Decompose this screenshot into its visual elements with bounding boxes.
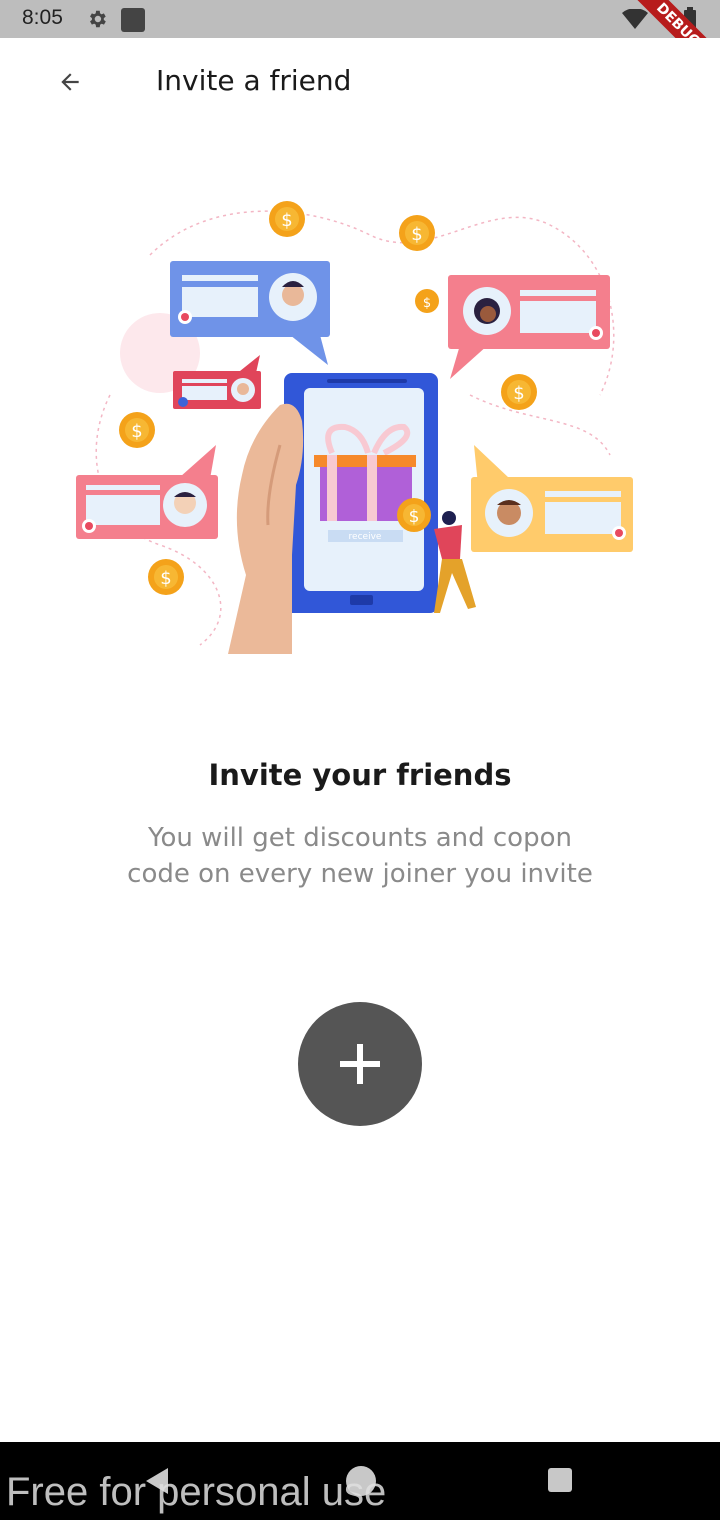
plus-icon [340, 1044, 380, 1084]
coin-icon: $ [148, 559, 184, 595]
svg-text:$: $ [281, 210, 292, 231]
svg-text:$: $ [423, 296, 431, 311]
app-bar: Invite a friend [0, 38, 720, 126]
nav-recents-icon[interactable] [548, 1468, 572, 1492]
heading: Invite your friends [208, 758, 512, 792]
status-bar: 8:05 [0, 0, 720, 38]
status-time: 8:05 [22, 6, 63, 29]
app-square-icon [121, 8, 145, 32]
chat-bubble-icon [76, 445, 218, 539]
hand-icon [228, 403, 304, 654]
subtext-line-2: code on every new joiner you invite [127, 859, 593, 889]
add-invite-button[interactable] [298, 1002, 422, 1126]
coin-icon: $ [501, 374, 537, 410]
svg-text:$: $ [411, 224, 422, 245]
svg-text:$: $ [160, 568, 171, 589]
back-button[interactable] [48, 60, 92, 104]
chat-bubble-icon [471, 445, 633, 552]
subtext: You will get discounts and copon code on… [110, 820, 610, 892]
page-title: Invite a friend [156, 64, 352, 97]
subtext-line-1: You will get discounts and copon [148, 823, 572, 853]
chat-bubble-icon [448, 275, 610, 379]
invite-illustration: $ $ $ $ $ $ receive $ [76, 201, 633, 654]
receive-label: receive [349, 532, 382, 542]
coin-icon: $ [119, 412, 155, 448]
coin-icon: $ [269, 201, 305, 237]
coin-icon: $ [399, 215, 435, 251]
gear-icon [90, 10, 106, 28]
svg-text:$: $ [513, 383, 524, 404]
wifi-icon [622, 9, 648, 29]
svg-text:$: $ [131, 421, 142, 442]
watermark: Free for personal use [6, 1470, 387, 1514]
arrow-back-icon [61, 73, 79, 91]
coin-icon: $ [415, 289, 439, 313]
svg-text:$: $ [409, 507, 420, 527]
